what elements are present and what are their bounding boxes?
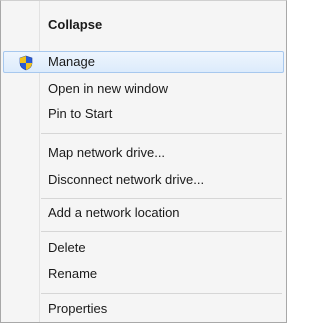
menu-item-open-in-new-window[interactable]: Open in new window [3,78,284,100]
menu-item-rename[interactable]: Rename [3,263,284,285]
menu-item-label: Rename [48,266,98,281]
menu-item-collapse[interactable]: Collapse [3,14,284,36]
menu-item-delete[interactable]: Delete [3,237,284,259]
menu-item-label: Collapse [48,17,103,32]
menu-item-label: Delete [48,240,86,255]
menu-item-label: Manage [48,54,95,69]
menu-separator [41,198,282,199]
menu-item-label: Map network drive... [48,145,166,160]
menu-separator [41,293,282,294]
uac-shield-icon [19,55,33,71]
menu-item-map-network-drive[interactable]: Map network drive... [3,142,284,164]
menu-item-add-network-location[interactable]: Add a network location [3,202,284,224]
menu-item-label: Properties [48,301,108,316]
context-menu: Collapse Manage Open in new window Pin t… [0,0,287,323]
menu-item-label: Disconnect network drive... [48,172,205,187]
menu-item-label: Pin to Start [48,106,113,121]
menu-item-label: Add a network location [48,205,180,220]
menu-item-manage[interactable]: Manage [3,51,284,73]
menu-item-properties[interactable]: Properties [3,298,284,320]
menu-item-pin-to-start[interactable]: Pin to Start [3,103,284,125]
menu-separator [41,231,282,232]
menu-item-disconnect-network-drive[interactable]: Disconnect network drive... [3,169,284,191]
menu-separator [41,133,282,134]
menu-item-label: Open in new window [48,81,168,96]
